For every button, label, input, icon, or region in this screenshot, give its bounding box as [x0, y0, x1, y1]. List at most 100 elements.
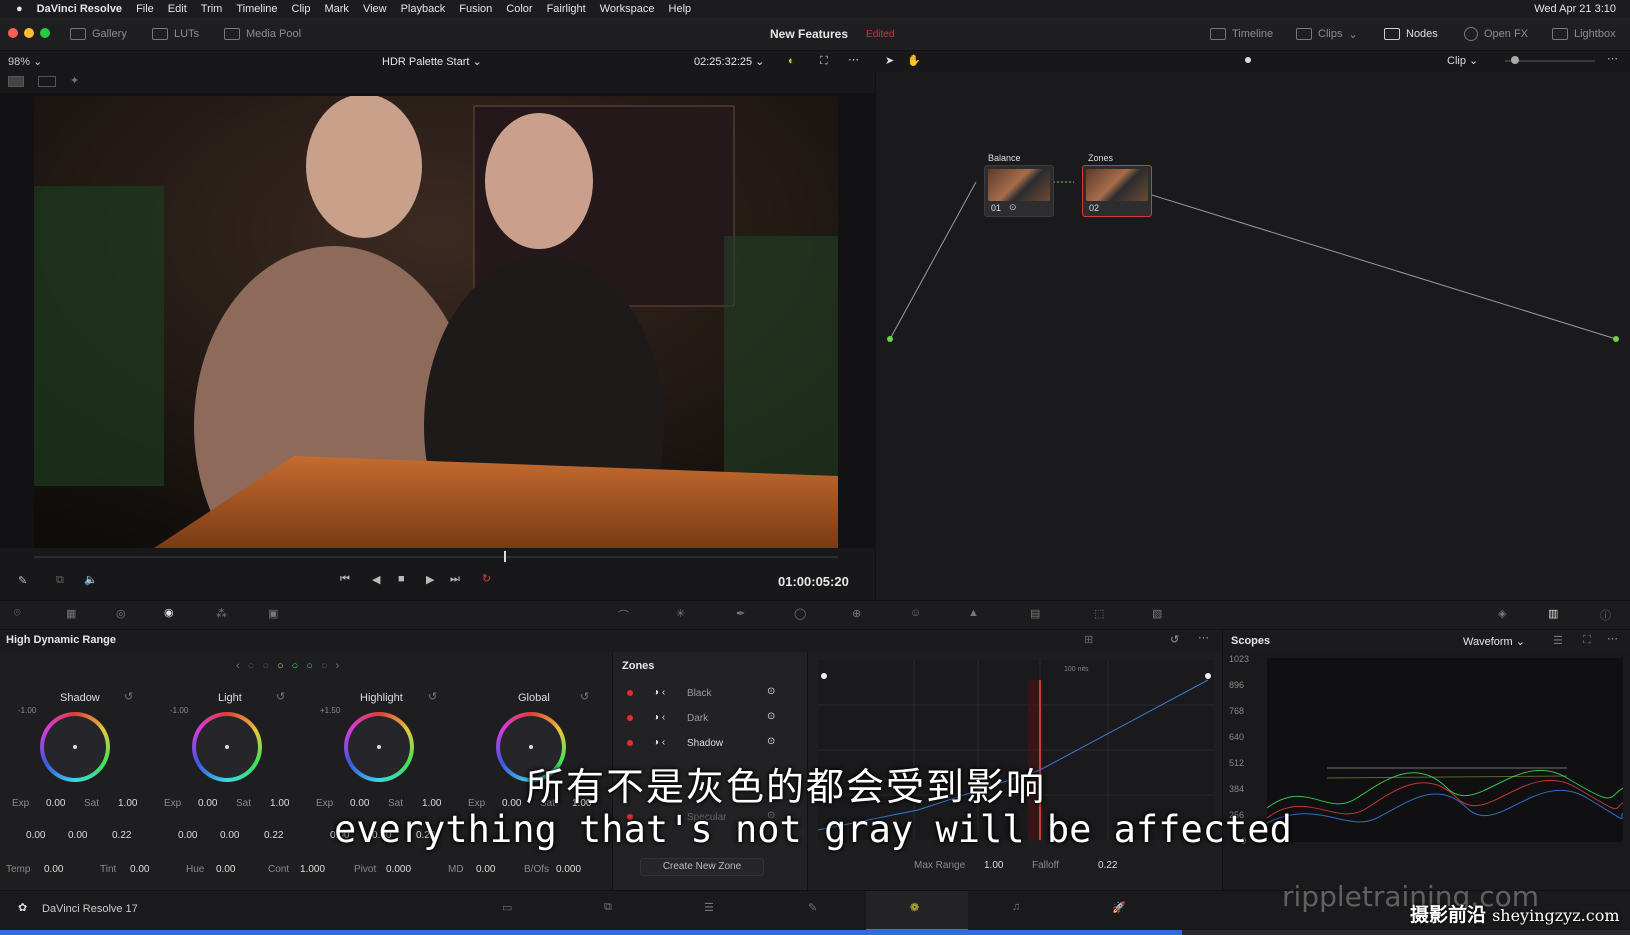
color-warper-icon[interactable]: ✳ — [676, 607, 685, 620]
cut-page-icon[interactable]: ⧉ — [604, 901, 612, 914]
3d-icon[interactable]: ▧ — [1152, 607, 1162, 620]
node-page-dot[interactable] — [1245, 57, 1251, 63]
step-back-icon[interactable]: ◀ — [372, 573, 380, 586]
layers-icon[interactable]: ⧉ — [56, 574, 64, 587]
node-zones[interactable]: 02 — [1082, 165, 1152, 217]
next-page-icon[interactable]: › — [336, 660, 340, 672]
gallery-button[interactable]: Gallery — [70, 17, 127, 51]
lightbox-button[interactable]: Lightbox — [1552, 17, 1616, 51]
zone-enable-dot[interactable] — [627, 715, 633, 721]
magic-mask-icon[interactable]: ☺ — [910, 607, 921, 619]
loop-icon[interactable]: ↻ — [482, 572, 491, 585]
falloff-value[interactable]: 0.22 — [1098, 860, 1117, 871]
max-range-value[interactable]: 1.00 — [984, 860, 1003, 871]
color-wheel-icon[interactable]: ◐ — [788, 55, 795, 67]
add-zone-icon[interactable]: ⊞ — [1084, 633, 1093, 646]
clips-button[interactable]: Clips ⌄ — [1296, 17, 1358, 51]
menu-file[interactable]: File — [136, 3, 154, 15]
hdr-palette-icon[interactable]: ◉ — [164, 606, 174, 619]
prev-page-icon[interactable]: ‹ — [236, 660, 240, 672]
wheel-reset-icon[interactable]: ↺ — [276, 690, 285, 703]
media-page-icon[interactable]: ▭ — [502, 901, 512, 914]
viewer-image[interactable] — [34, 96, 838, 548]
media-pool-button[interactable]: Media Pool — [224, 17, 301, 51]
temp-value[interactable]: 0.00 — [44, 864, 63, 875]
zone-row-black[interactable]: ◑ ‹ Black ⊙ — [617, 682, 802, 706]
fusion-page-icon[interactable]: ✎ — [808, 901, 817, 914]
wheel-reset-icon[interactable]: ↺ — [428, 690, 437, 703]
luts-button[interactable]: LUTs — [152, 17, 199, 51]
highlight-icon[interactable]: ✦ — [70, 74, 79, 87]
page-dot[interactable]: ○ — [321, 660, 328, 672]
tint-value[interactable]: 0.00 — [130, 864, 149, 875]
play-icon[interactable]: ▶ — [426, 573, 434, 586]
color-wheel[interactable] — [344, 712, 414, 782]
node-editor[interactable]: Balance 01 ⊙ Zones 02 — [875, 71, 1630, 600]
motion-effects-icon[interactable]: ▣ — [268, 607, 278, 620]
menu-edit[interactable]: Edit — [168, 3, 187, 15]
zone-enable-dot[interactable] — [627, 740, 633, 746]
menu-fusion[interactable]: Fusion — [459, 3, 492, 15]
sizing-icon[interactable]: ⬚ — [1094, 607, 1104, 620]
deliver-page-icon[interactable]: 🚀 — [1112, 901, 1126, 914]
split-view-icon[interactable] — [38, 76, 56, 87]
zone-target-icon[interactable]: ⊙ — [767, 686, 775, 697]
menu-help[interactable]: Help — [669, 3, 692, 15]
color-match-icon[interactable]: ▦ — [66, 607, 76, 620]
color-wheels-icon[interactable]: ◎ — [116, 607, 126, 620]
zone-enable-dot[interactable] — [627, 690, 633, 696]
eyedropper-icon[interactable]: ✎ — [18, 574, 27, 587]
menu-clock[interactable]: Wed Apr 21 3:10 — [1534, 3, 1616, 15]
hdr-options-icon[interactable]: ⋯ — [1198, 631, 1209, 644]
scrubber-track[interactable] — [34, 556, 838, 558]
edit-page-icon[interactable]: ☰ — [704, 901, 714, 914]
wheel-reset-icon[interactable]: ↺ — [124, 690, 133, 703]
zone-row-shadow[interactable]: ◑ ‹ Shadow ⊙ — [617, 732, 802, 756]
zoom-slider-handle[interactable] — [1511, 56, 1519, 64]
key-icon[interactable]: ▤ — [1030, 607, 1040, 620]
qualifier-icon[interactable]: ✒ — [736, 607, 745, 620]
wheel-reset-icon[interactable]: ↺ — [580, 690, 589, 703]
skip-back-icon[interactable]: ⏮ — [340, 573, 350, 586]
blur-icon[interactable]: ▲ — [968, 607, 979, 619]
camera-raw-icon[interactable]: ⌾ — [14, 607, 21, 620]
close-window-button[interactable] — [8, 28, 18, 38]
zoom-dropdown[interactable]: 98% ⌄ — [8, 55, 42, 68]
wheel-a-value[interactable]: 0.00 — [26, 830, 45, 841]
menu-timeline[interactable]: Timeline — [236, 3, 277, 15]
menu-color[interactable]: Color — [506, 3, 532, 15]
tracker-icon[interactable]: ⊕ — [852, 607, 861, 620]
scope-settings-icon[interactable]: ☰ — [1553, 634, 1563, 647]
pivot-value[interactable]: 0.000 — [386, 864, 411, 875]
menu-view[interactable]: View — [363, 3, 387, 15]
color-wheel[interactable] — [192, 712, 262, 782]
zone-target-icon[interactable]: ⊙ — [767, 736, 775, 747]
page-dot[interactable]: ○ — [262, 660, 269, 672]
fairlight-page-icon[interactable]: ♫ — [1012, 901, 1020, 913]
skip-forward-icon[interactable]: ⏭ — [450, 573, 460, 586]
menu-clip[interactable]: Clip — [292, 3, 311, 15]
wheel-b-value[interactable]: 0.00 — [68, 830, 87, 841]
zone-row-dark[interactable]: ◑ ‹ Dark ⊙ — [617, 707, 802, 731]
sat-value[interactable]: 1.00 — [270, 798, 289, 809]
zone-mode-icon[interactable]: ◑ ‹ — [653, 687, 665, 698]
menu-fairlight[interactable]: Fairlight — [547, 3, 586, 15]
color-page-tab[interactable]: ❁ — [866, 891, 968, 931]
scope-options-icon[interactable]: ⋯ — [1607, 632, 1618, 645]
keyframes-icon[interactable]: ◈ — [1498, 607, 1506, 620]
pointer-icon[interactable]: ➤ — [885, 54, 894, 67]
menu-app-name[interactable]: DaVinci Resolve — [37, 3, 122, 15]
zone-mode-icon[interactable]: ◑ ‹ — [653, 712, 665, 723]
rgb-mixer-icon[interactable]: ⁂ — [216, 607, 227, 620]
exp-value[interactable]: 0.00 — [198, 798, 217, 809]
stop-icon[interactable]: ■ — [398, 573, 405, 585]
zoom-window-button[interactable] — [40, 28, 50, 38]
reset-icon[interactable]: ↺ — [1170, 633, 1179, 646]
wheel-b-value[interactable]: 0.00 — [220, 830, 239, 841]
create-new-zone-button[interactable]: Create New Zone — [640, 858, 764, 876]
color-wheel[interactable] — [40, 712, 110, 782]
menu-workspace[interactable]: Workspace — [600, 3, 655, 15]
minimize-window-button[interactable] — [24, 28, 34, 38]
page-dot[interactable]: ○ — [292, 660, 299, 672]
volume-icon[interactable]: 🔈 — [84, 573, 98, 586]
